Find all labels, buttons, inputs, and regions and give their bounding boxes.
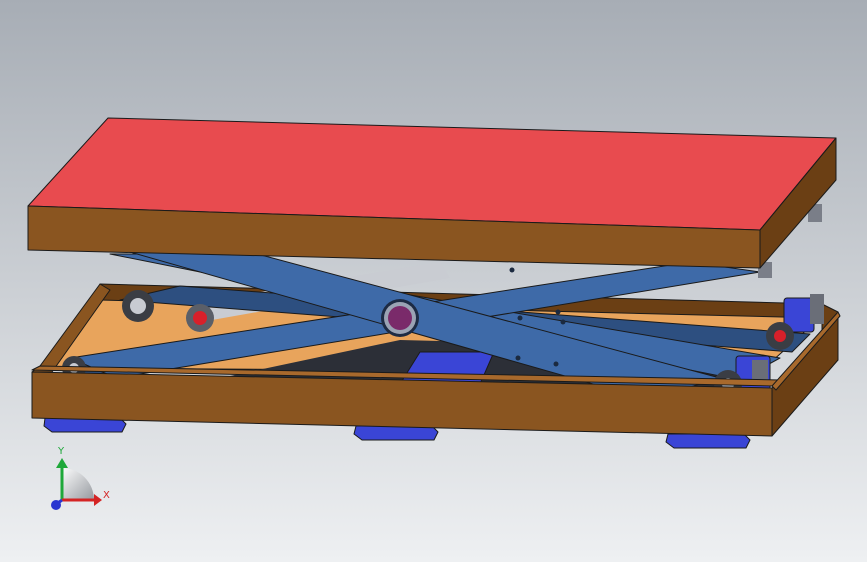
cad-canvas[interactable]: Y X [0,0,867,562]
viewport-background [0,0,867,562]
central-pivot[interactable] [381,299,419,337]
cad-viewport[interactable]: Y X [0,0,867,562]
y-axis-label: Y [57,446,65,457]
x-axis-label: X [103,490,110,501]
foot-pad-middle[interactable] [353,425,439,441]
red-bearing [193,311,207,325]
foot-pad-right[interactable] [665,433,751,449]
z-axis-tip [51,500,61,510]
pivot-pin [388,306,412,330]
